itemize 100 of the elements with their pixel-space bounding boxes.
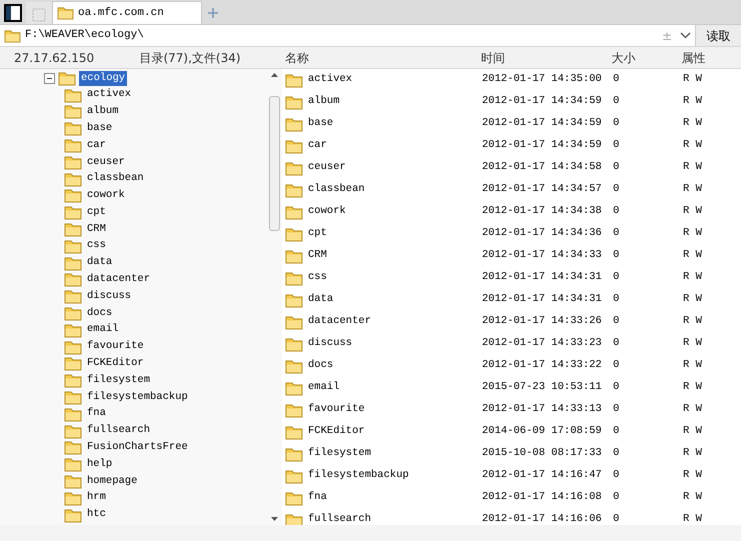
file-time: 2012-01-17 14:16:06 (482, 513, 602, 525)
scroll-up-icon[interactable] (271, 73, 278, 77)
tree-item[interactable]: fna (85, 406, 108, 422)
file-time: 2015-07-23 10:53:11 (482, 381, 602, 394)
folder-icon (58, 70, 76, 86)
file-name[interactable]: activex (308, 72, 352, 88)
tree-item[interactable]: fullsearch (85, 423, 152, 439)
file-time: 2012-01-17 14:34:57 (482, 183, 602, 196)
file-name[interactable]: docs (308, 358, 334, 374)
tree-item[interactable]: base (85, 120, 114, 137)
folder-icon (285, 270, 303, 286)
file-time: 2012-01-17 14:34:31 (482, 271, 602, 284)
read-button[interactable]: 读取 (696, 25, 741, 46)
folder-file-count: 目录(77),文件(34) (139, 50, 241, 64)
tree-item[interactable]: classbean (85, 171, 146, 188)
dropdown-icon[interactable] (680, 32, 691, 39)
tree-item[interactable]: homepage (85, 474, 140, 490)
folder-icon (4, 28, 21, 42)
file-name[interactable]: FCKEditor (308, 424, 365, 440)
folder-icon (64, 188, 82, 204)
column-header[interactable]: 名称 (284, 50, 309, 64)
file-attributes: R W (683, 249, 702, 262)
file-name[interactable]: data (308, 292, 334, 308)
tree-item[interactable]: css (85, 238, 108, 254)
file-name[interactable]: favourite (308, 402, 365, 418)
tree-item[interactable]: htc (85, 507, 108, 523)
tree-item[interactable]: CRM (85, 222, 108, 238)
folder-icon (64, 88, 82, 103)
file-time: 2012-01-17 14:34:38 (482, 205, 602, 218)
tree-item[interactable]: help (85, 456, 114, 473)
tree-item[interactable]: filesystem (85, 372, 152, 389)
folder-icon (285, 380, 303, 396)
tree-item[interactable]: email (85, 322, 121, 338)
file-time: 2012-01-17 14:34:59 (482, 117, 602, 130)
folder-icon (285, 512, 303, 525)
file-name[interactable]: datacenter (308, 314, 372, 330)
folder-icon (64, 104, 82, 120)
file-name[interactable]: CRM (308, 248, 327, 264)
file-name[interactable]: cpt (308, 226, 327, 242)
tree-item[interactable]: FCKEditor (85, 356, 146, 372)
folder-icon (64, 406, 82, 422)
address-field[interactable]: F:\WEAVER\ecology\ ± (0, 25, 696, 46)
scrollbar-thumb[interactable] (269, 96, 280, 231)
tree-item[interactable]: filesystembackup (85, 390, 190, 406)
tree-item[interactable]: activex (85, 87, 134, 104)
file-name[interactable]: ceuser (308, 160, 346, 176)
file-name[interactable]: discuss (308, 336, 352, 352)
tree-item[interactable]: ceuser (85, 154, 127, 170)
folder-icon (64, 373, 82, 388)
scroll-down-icon[interactable] (271, 517, 278, 521)
host-address: 27.17.62.150 (14, 50, 94, 64)
tree-item[interactable]: datacenter (85, 272, 152, 288)
tree-item[interactable]: album (85, 104, 121, 120)
folder-icon (285, 468, 303, 484)
file-name[interactable]: album (308, 94, 340, 110)
file-name[interactable]: car (308, 138, 327, 154)
panel-toggle-button[interactable] (2, 1, 24, 23)
file-name[interactable]: email (308, 380, 340, 396)
file-size: 0 (613, 491, 620, 504)
tree-item[interactable]: data (85, 255, 114, 272)
file-name[interactable]: classbean (308, 182, 365, 198)
folder-icon (64, 256, 82, 271)
file-name[interactable]: filesystembackup (308, 468, 409, 484)
folder-icon (64, 424, 82, 439)
file-attributes: R W (683, 161, 702, 174)
file-time: 2012-01-17 14:33:13 (482, 403, 602, 416)
folder-icon (64, 390, 82, 406)
file-size: 0 (613, 359, 620, 372)
file-name[interactable]: filesystem (308, 446, 372, 462)
file-time: 2012-01-17 14:34:33 (482, 249, 602, 262)
file-size: 0 (613, 249, 620, 262)
tree-item[interactable]: FusionChartsFree (85, 440, 190, 456)
tree-item[interactable]: cpt (85, 204, 108, 221)
file-name[interactable]: base (308, 116, 334, 132)
column-header[interactable]: 时间 (481, 50, 506, 64)
file-time: 2012-01-17 14:34:36 (482, 227, 602, 240)
tree-item[interactable]: hrm (85, 490, 108, 506)
file-attributes: R W (683, 447, 702, 460)
folder-icon (285, 248, 303, 264)
column-header[interactable]: 大小 (612, 50, 636, 64)
file-name[interactable]: fna (308, 490, 327, 506)
tree-item[interactable]: ecology (79, 70, 128, 86)
file-name[interactable]: cowork (308, 204, 346, 220)
column-header[interactable]: 属性 (681, 50, 706, 64)
file-attributes: R W (683, 425, 702, 438)
tree-item[interactable]: cowork (85, 188, 127, 204)
tree-item[interactable]: discuss (85, 288, 134, 305)
tree-item[interactable]: docs (85, 306, 114, 322)
tree-item[interactable]: favourite (85, 339, 146, 356)
folder-icon (64, 238, 82, 254)
tab[interactable]: oa.mfc.com.cn (52, 1, 202, 24)
file-name[interactable]: css (308, 270, 327, 286)
tree-item[interactable]: car (85, 138, 108, 154)
file-name[interactable]: fullsearch (308, 512, 372, 525)
page-icon (31, 6, 47, 23)
collapse-toggle[interactable] (44, 72, 55, 84)
file-attributes: R W (683, 491, 702, 504)
file-attributes: R W (683, 337, 702, 350)
folder-icon (64, 440, 82, 456)
file-size: 0 (613, 139, 620, 152)
